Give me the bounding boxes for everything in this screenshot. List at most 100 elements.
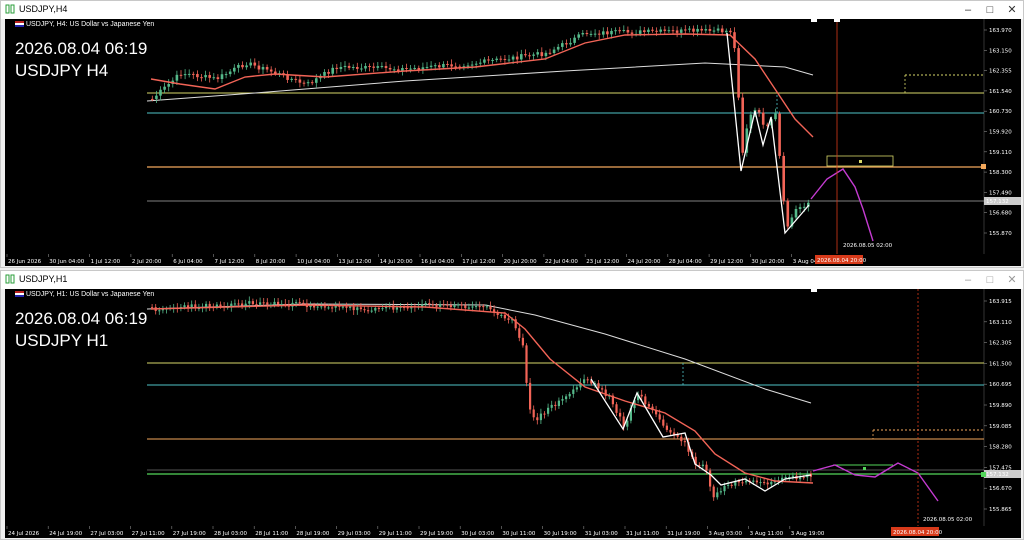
candle[interactable] <box>310 82 314 84</box>
candle[interactable] <box>525 345 528 383</box>
candle[interactable] <box>499 58 503 60</box>
candle[interactable] <box>528 55 531 57</box>
candle[interactable] <box>341 306 344 308</box>
candle[interactable] <box>233 67 236 72</box>
candle[interactable] <box>716 28 720 31</box>
candle[interactable] <box>251 301 254 305</box>
candle[interactable] <box>359 307 362 310</box>
candle[interactable] <box>589 33 593 35</box>
candle[interactable] <box>727 484 730 486</box>
candle[interactable] <box>581 33 585 35</box>
candle[interactable] <box>280 303 283 305</box>
candle[interactable] <box>539 413 542 421</box>
candle[interactable] <box>708 29 712 31</box>
candle[interactable] <box>752 480 755 482</box>
close-button[interactable]: ✕ <box>1001 2 1023 18</box>
candle[interactable] <box>265 67 269 70</box>
candle[interactable] <box>392 69 396 71</box>
candle[interactable] <box>583 379 586 384</box>
candle[interactable] <box>766 482 769 485</box>
candle[interactable] <box>802 206 806 208</box>
candle[interactable] <box>453 305 456 308</box>
candle[interactable] <box>413 67 416 69</box>
candle[interactable] <box>376 66 380 68</box>
candle[interactable] <box>163 86 166 90</box>
candle[interactable] <box>151 98 154 100</box>
candle[interactable] <box>351 66 355 68</box>
candle[interactable] <box>479 62 482 64</box>
candle[interactable] <box>474 63 478 65</box>
candle[interactable] <box>245 65 248 68</box>
candle[interactable] <box>622 29 626 31</box>
candle[interactable] <box>662 419 665 426</box>
candle[interactable] <box>774 113 777 120</box>
candle[interactable] <box>347 65 351 68</box>
candle[interactable] <box>655 30 658 32</box>
candle[interactable] <box>183 74 187 76</box>
candle[interactable] <box>529 382 532 410</box>
candle[interactable] <box>241 64 244 68</box>
candle[interactable] <box>680 436 683 442</box>
candle[interactable] <box>597 383 600 389</box>
candle[interactable] <box>161 309 164 311</box>
candle[interactable] <box>446 304 449 306</box>
candle[interactable] <box>518 328 521 338</box>
time-axis[interactable]: 24 Jul 2026 24 Jul 19:00 27 Jul 03:00 27 Ju… <box>5 526 1021 538</box>
candle[interactable] <box>323 71 326 76</box>
candle[interactable] <box>550 404 553 408</box>
candle[interactable] <box>573 37 576 43</box>
candle[interactable] <box>277 301 280 305</box>
candle[interactable] <box>640 394 643 397</box>
candle[interactable] <box>569 42 572 45</box>
candle[interactable] <box>692 28 695 32</box>
candle[interactable] <box>665 425 668 430</box>
candle[interactable] <box>352 306 355 311</box>
candle[interactable] <box>683 441 686 443</box>
candle[interactable] <box>741 482 744 484</box>
candle[interactable] <box>561 399 564 401</box>
candle[interactable] <box>705 464 708 471</box>
candle[interactable] <box>439 304 442 307</box>
candle[interactable] <box>356 66 359 69</box>
price-chart-plot[interactable]: 163.915 163.110 162.305 161.500 160.695 159.8… <box>5 289 1021 526</box>
candle[interactable] <box>237 303 240 305</box>
candle[interactable] <box>298 79 302 83</box>
candle[interactable] <box>323 306 326 308</box>
candle[interactable] <box>315 78 318 83</box>
candle[interactable] <box>658 414 661 420</box>
candle[interactable] <box>467 307 470 309</box>
candle[interactable] <box>356 307 359 311</box>
candle[interactable] <box>158 310 161 312</box>
candle[interactable] <box>228 71 232 75</box>
candle[interactable] <box>704 29 708 31</box>
candle[interactable] <box>757 109 761 113</box>
candle[interactable] <box>495 58 498 60</box>
candle[interactable] <box>274 71 277 74</box>
candle[interactable] <box>331 307 334 309</box>
candle[interactable] <box>720 28 724 33</box>
candle[interactable] <box>155 95 158 99</box>
candle[interactable] <box>585 33 589 35</box>
candle[interactable] <box>290 78 293 80</box>
candle[interactable] <box>364 66 367 69</box>
candle[interactable] <box>554 404 557 407</box>
candle[interactable] <box>688 28 691 30</box>
candle[interactable] <box>450 64 453 67</box>
candle[interactable] <box>606 31 609 35</box>
candle[interactable] <box>619 412 622 417</box>
candle[interactable] <box>491 59 494 61</box>
level-handle[interactable] <box>981 164 986 169</box>
candle[interactable] <box>730 484 733 486</box>
candle[interactable] <box>478 306 481 308</box>
candle[interactable] <box>261 67 265 70</box>
candle[interactable] <box>741 97 744 153</box>
candle[interactable] <box>667 30 671 32</box>
candle[interactable] <box>794 208 798 218</box>
candle[interactable] <box>224 74 228 76</box>
candle[interactable] <box>220 74 224 80</box>
candle[interactable] <box>515 56 519 60</box>
candle[interactable] <box>782 155 785 201</box>
chart-window-h1[interactable]: USDJPY,H1 – □ ✕ 163.915 163.110 162.305 161… <box>0 270 1024 540</box>
candle[interactable] <box>536 52 539 55</box>
candle[interactable] <box>368 66 371 68</box>
